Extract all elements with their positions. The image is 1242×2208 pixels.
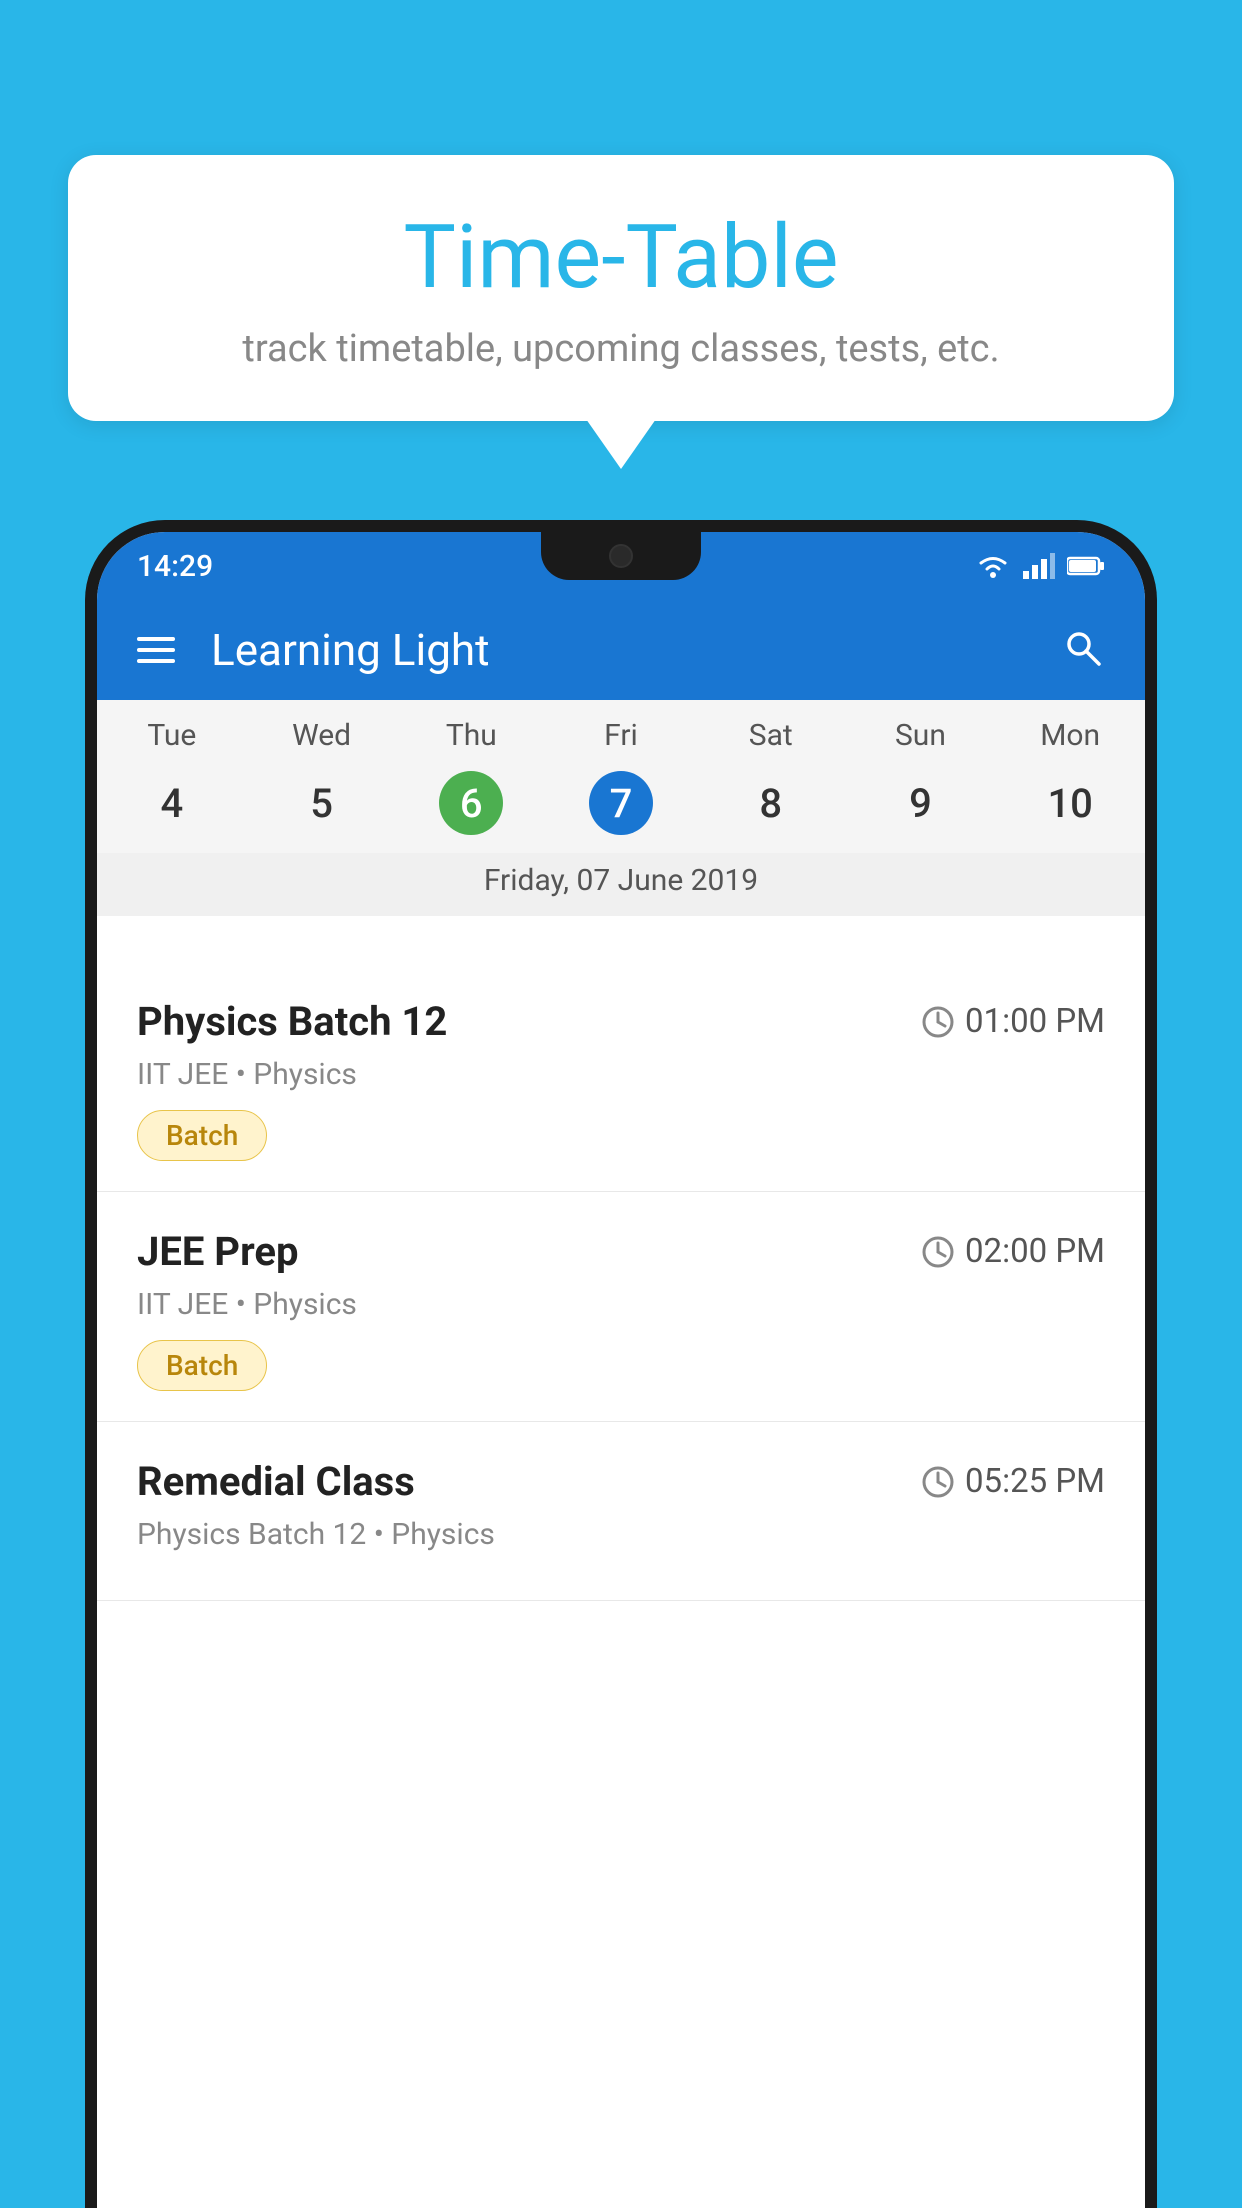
schedule-time-1: 01:00 PM	[921, 1002, 1105, 1041]
day-7-selected[interactable]: 7	[589, 771, 653, 835]
hamburger-line-2	[137, 648, 175, 652]
day-header-mon: Mon	[995, 718, 1145, 753]
batch-tag-1: Batch	[137, 1110, 267, 1161]
day-header-thu: Thu	[396, 718, 546, 753]
schedule-time-2: 02:00 PM	[921, 1232, 1105, 1271]
clock-icon-3	[921, 1465, 955, 1499]
day-header-sun: Sun	[846, 718, 996, 753]
schedule-title-1: Physics Batch 12	[137, 998, 447, 1045]
day-9[interactable]: 9	[846, 771, 996, 835]
hamburger-line-1	[137, 637, 175, 641]
day-headers: Tue Wed Thu Fri Sat Sun Mon	[97, 700, 1145, 763]
wifi-icon	[975, 553, 1011, 579]
bubble-title: Time-Table	[128, 210, 1114, 307]
schedule-meta-1: IIT JEE • Physics	[137, 1057, 1105, 1092]
day-header-fri: Fri	[546, 718, 696, 753]
app-bar: Learning Light	[97, 600, 1145, 700]
schedule-meta-3: Physics Batch 12 • Physics	[137, 1517, 1105, 1552]
time-text-2: 02:00 PM	[965, 1232, 1105, 1271]
phone-notch	[541, 532, 701, 580]
schedule-item-1[interactable]: Physics Batch 12 01:00 PM IIT JEE • Phys…	[97, 962, 1145, 1192]
bubble-subtitle: track timetable, upcoming classes, tests…	[128, 327, 1114, 371]
schedule-item-1-header: Physics Batch 12 01:00 PM	[137, 998, 1105, 1045]
selected-date-label: Friday, 07 June 2019	[97, 853, 1145, 916]
time-text-3: 05:25 PM	[965, 1462, 1105, 1501]
app-title: Learning Light	[211, 624, 490, 676]
day-header-tue: Tue	[97, 718, 247, 753]
day-header-wed: Wed	[247, 718, 397, 753]
schedule-item-3[interactable]: Remedial Class 05:25 PM Physics Batch 12…	[97, 1422, 1145, 1601]
batch-tag-2: Batch	[137, 1340, 267, 1391]
day-8[interactable]: 8	[696, 771, 846, 835]
battery-icon	[1067, 555, 1105, 577]
schedule-title-2: JEE Prep	[137, 1228, 298, 1275]
schedule-item-2[interactable]: JEE Prep 02:00 PM IIT JEE • Physics Batc…	[97, 1192, 1145, 1422]
day-header-sat: Sat	[696, 718, 846, 753]
hamburger-line-3	[137, 659, 175, 663]
speech-bubble: Time-Table track timetable, upcoming cla…	[68, 155, 1174, 421]
phone-camera	[609, 544, 633, 568]
calendar-section: Tue Wed Thu Fri Sat Sun Mon 4 5 6	[97, 700, 1145, 916]
status-time: 14:29	[137, 549, 213, 584]
schedule-list: Physics Batch 12 01:00 PM IIT JEE • Phys…	[97, 962, 1145, 2208]
clock-icon-2	[921, 1235, 955, 1269]
day-5[interactable]: 5	[247, 771, 397, 835]
status-icons	[975, 553, 1105, 579]
hamburger-menu-button[interactable]	[137, 637, 175, 663]
time-text-1: 01:00 PM	[965, 1002, 1105, 1041]
day-6-today[interactable]: 6	[439, 771, 503, 835]
search-button[interactable]	[1061, 626, 1105, 674]
schedule-item-2-header: JEE Prep 02:00 PM	[137, 1228, 1105, 1275]
schedule-title-3: Remedial Class	[137, 1458, 415, 1505]
schedule-item-3-header: Remedial Class 05:25 PM	[137, 1458, 1105, 1505]
schedule-meta-2: IIT JEE • Physics	[137, 1287, 1105, 1322]
phone-frame: 14:29	[85, 520, 1157, 2208]
clock-icon-1	[921, 1005, 955, 1039]
day-4[interactable]: 4	[97, 771, 247, 835]
signal-icon	[1023, 553, 1055, 579]
day-numbers: 4 5 6 7 8 9 10	[97, 763, 1145, 853]
phone-screen: 14:29	[97, 532, 1145, 2208]
day-10[interactable]: 10	[995, 771, 1145, 835]
schedule-time-3: 05:25 PM	[921, 1462, 1105, 1501]
